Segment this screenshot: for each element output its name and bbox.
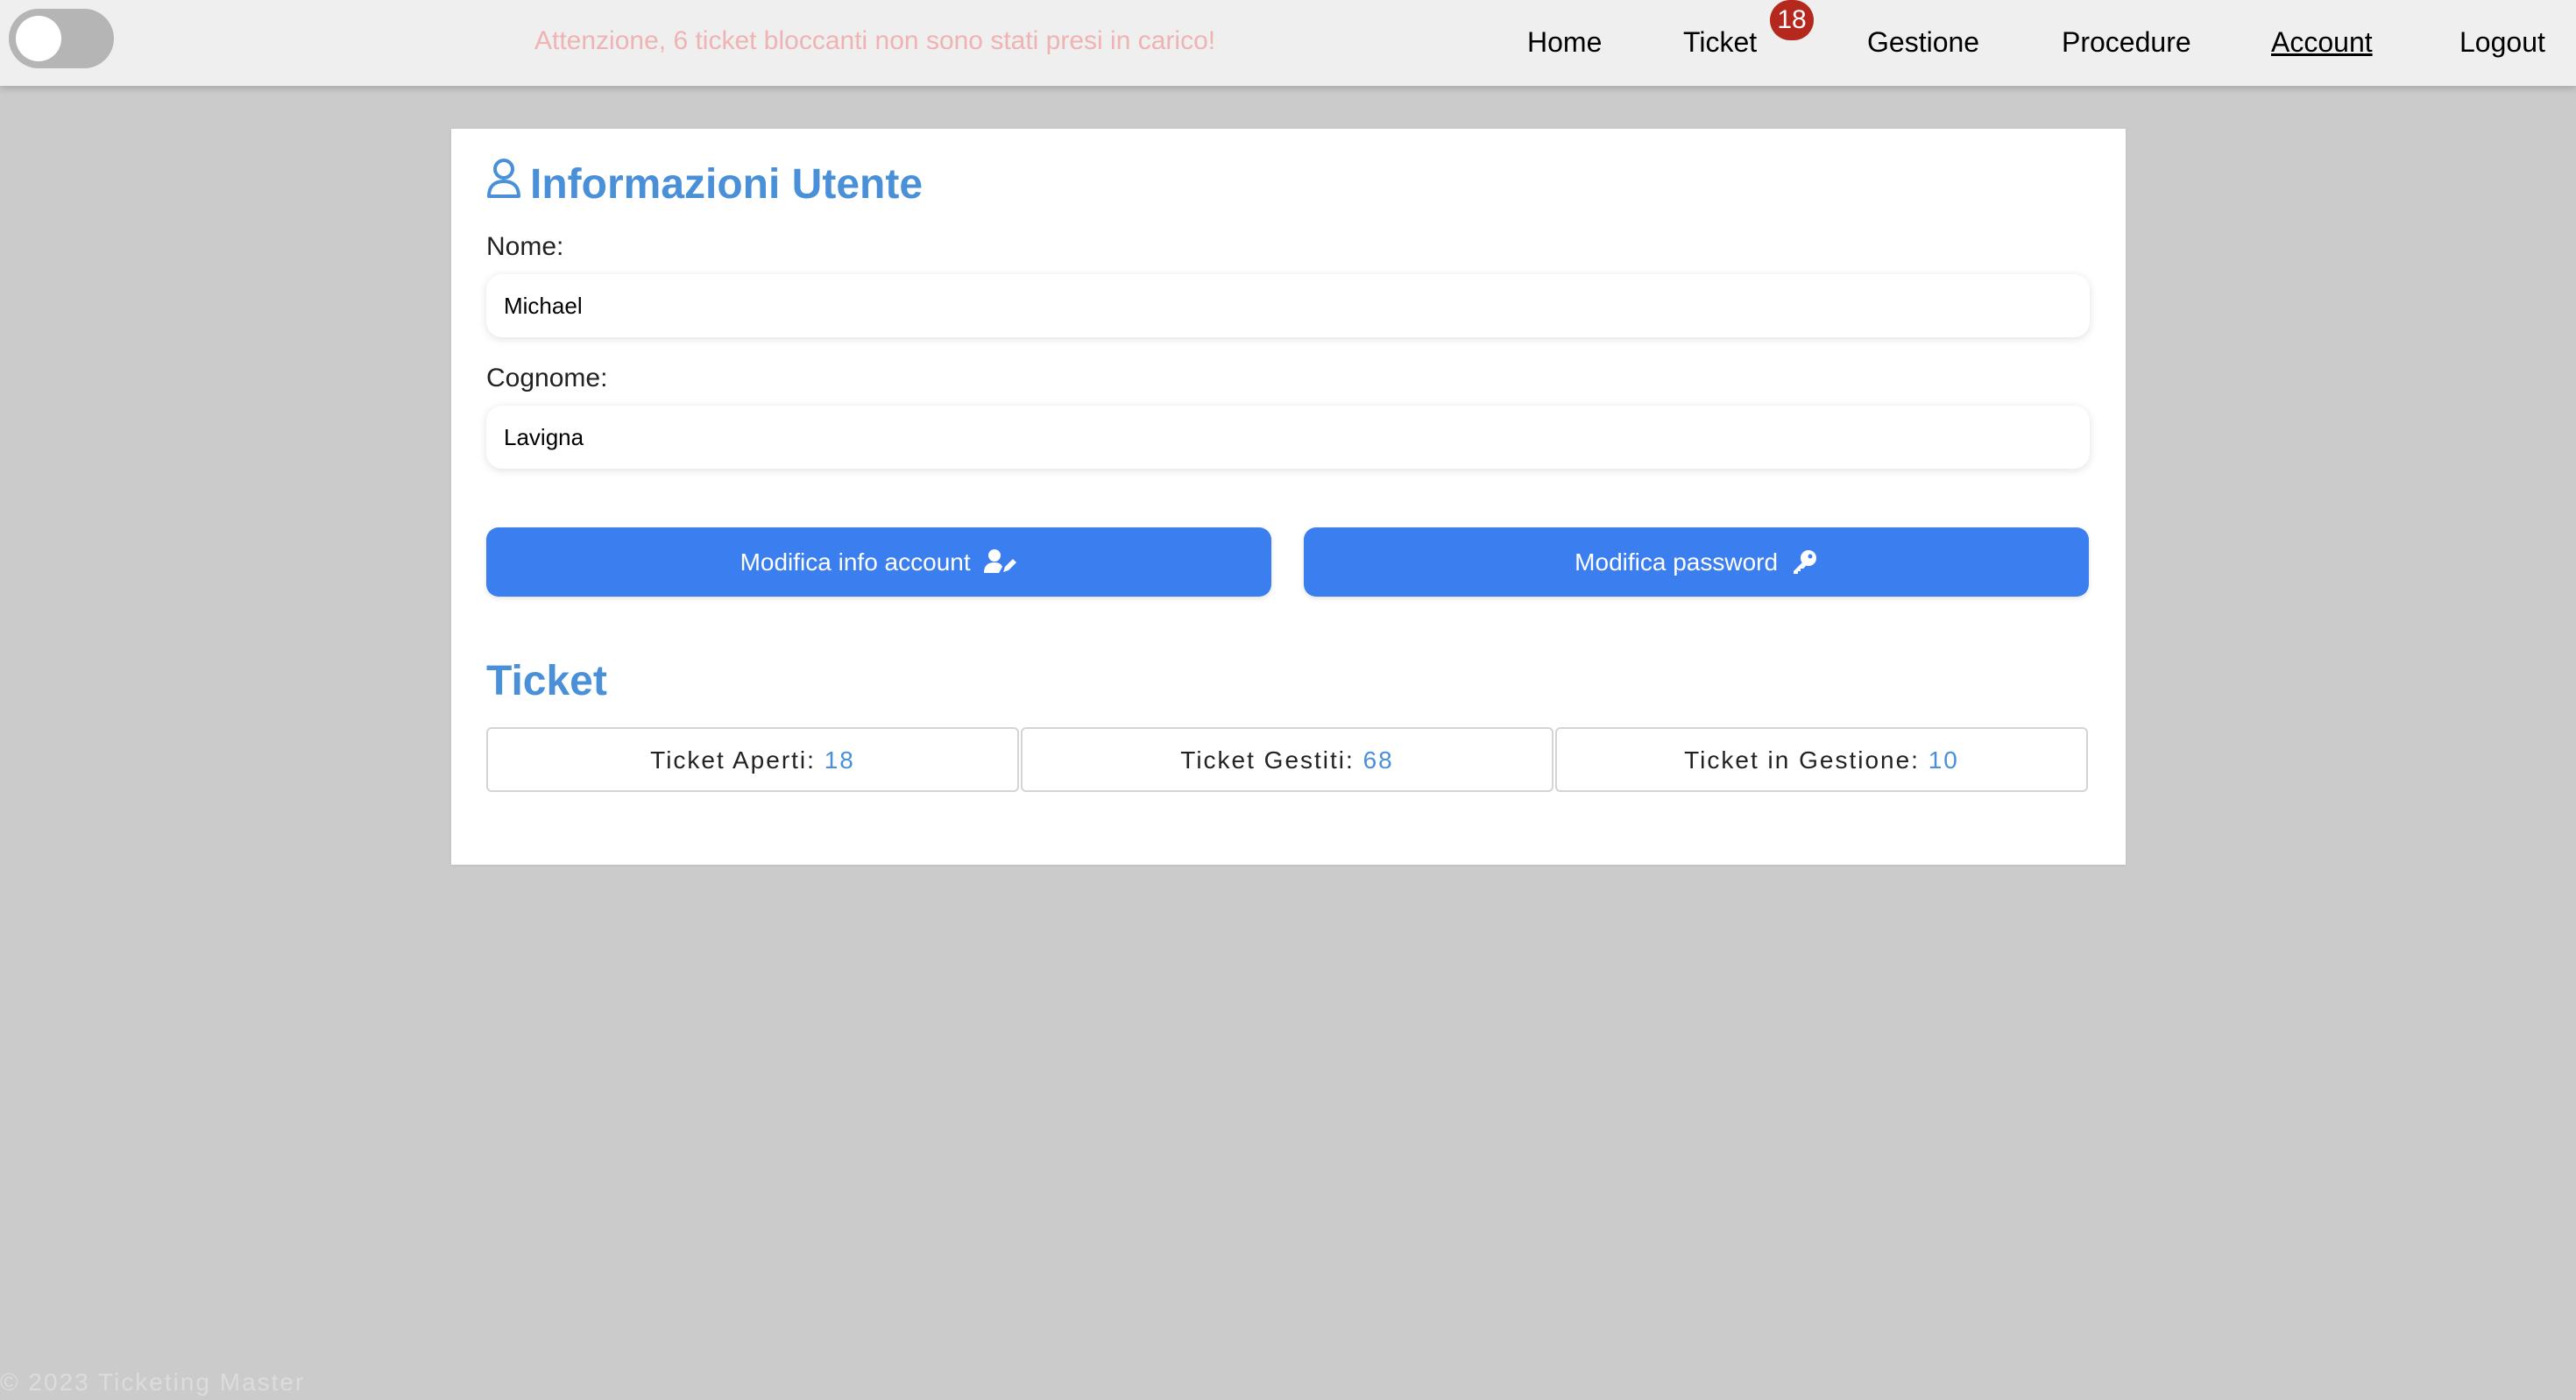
cognome-label: Cognome: xyxy=(486,364,608,392)
user-edit-icon xyxy=(984,548,1017,573)
ticket-count-badge: 18 xyxy=(1770,0,1814,40)
user-icon xyxy=(486,158,521,209)
nav-home[interactable]: Home xyxy=(1527,26,1602,59)
nav-ticket[interactable]: Ticket xyxy=(1683,26,1757,59)
stat-open-tickets: Ticket Aperti: 18 xyxy=(486,727,1019,792)
account-card: Informazioni Utente Nome: Cognome: Modif… xyxy=(451,129,2126,865)
stat-value: 68 xyxy=(1362,746,1394,774)
nome-label: Nome: xyxy=(486,232,564,261)
edit-password-button[interactable]: Modifica password xyxy=(1304,527,2089,597)
edit-account-button[interactable]: Modifica info account xyxy=(486,527,1271,597)
blocking-tickets-warning: Attenzione, 6 ticket bloccanti non sono … xyxy=(534,26,1216,55)
cognome-field[interactable] xyxy=(486,406,2090,469)
user-info-title: Informazioni Utente xyxy=(530,161,924,208)
user-info-title-row: Informazioni Utente xyxy=(486,158,924,209)
theme-toggle[interactable] xyxy=(9,9,114,68)
key-icon xyxy=(1793,549,1816,574)
edit-account-label: Modifica info account xyxy=(740,548,971,576)
stat-handled-tickets: Ticket Gestiti: 68 xyxy=(1021,727,1553,792)
nome-field[interactable] xyxy=(486,274,2090,337)
stat-label: Ticket in Gestione: xyxy=(1684,746,1920,774)
nav-account[interactable]: Account xyxy=(2271,26,2373,59)
stat-value: 18 xyxy=(824,746,855,774)
stat-label: Ticket Aperti: xyxy=(650,746,816,774)
nav-procedure[interactable]: Procedure xyxy=(2062,26,2191,59)
stat-in-progress-tickets: Ticket in Gestione: 10 xyxy=(1555,727,2088,792)
top-navbar: Attenzione, 6 ticket bloccanti non sono … xyxy=(0,0,2576,86)
footer-copyright: © 2023 Ticketing Master xyxy=(0,1368,306,1396)
nav-gestione[interactable]: Gestione xyxy=(1867,26,1979,59)
stat-label: Ticket Gestiti: xyxy=(1180,746,1355,774)
nav-logout[interactable]: Logout xyxy=(2459,26,2545,59)
ticket-section-title: Ticket xyxy=(486,658,607,704)
toggle-knob xyxy=(16,16,61,61)
stat-value: 10 xyxy=(1928,746,1959,774)
edit-password-label: Modifica password xyxy=(1575,548,1779,576)
